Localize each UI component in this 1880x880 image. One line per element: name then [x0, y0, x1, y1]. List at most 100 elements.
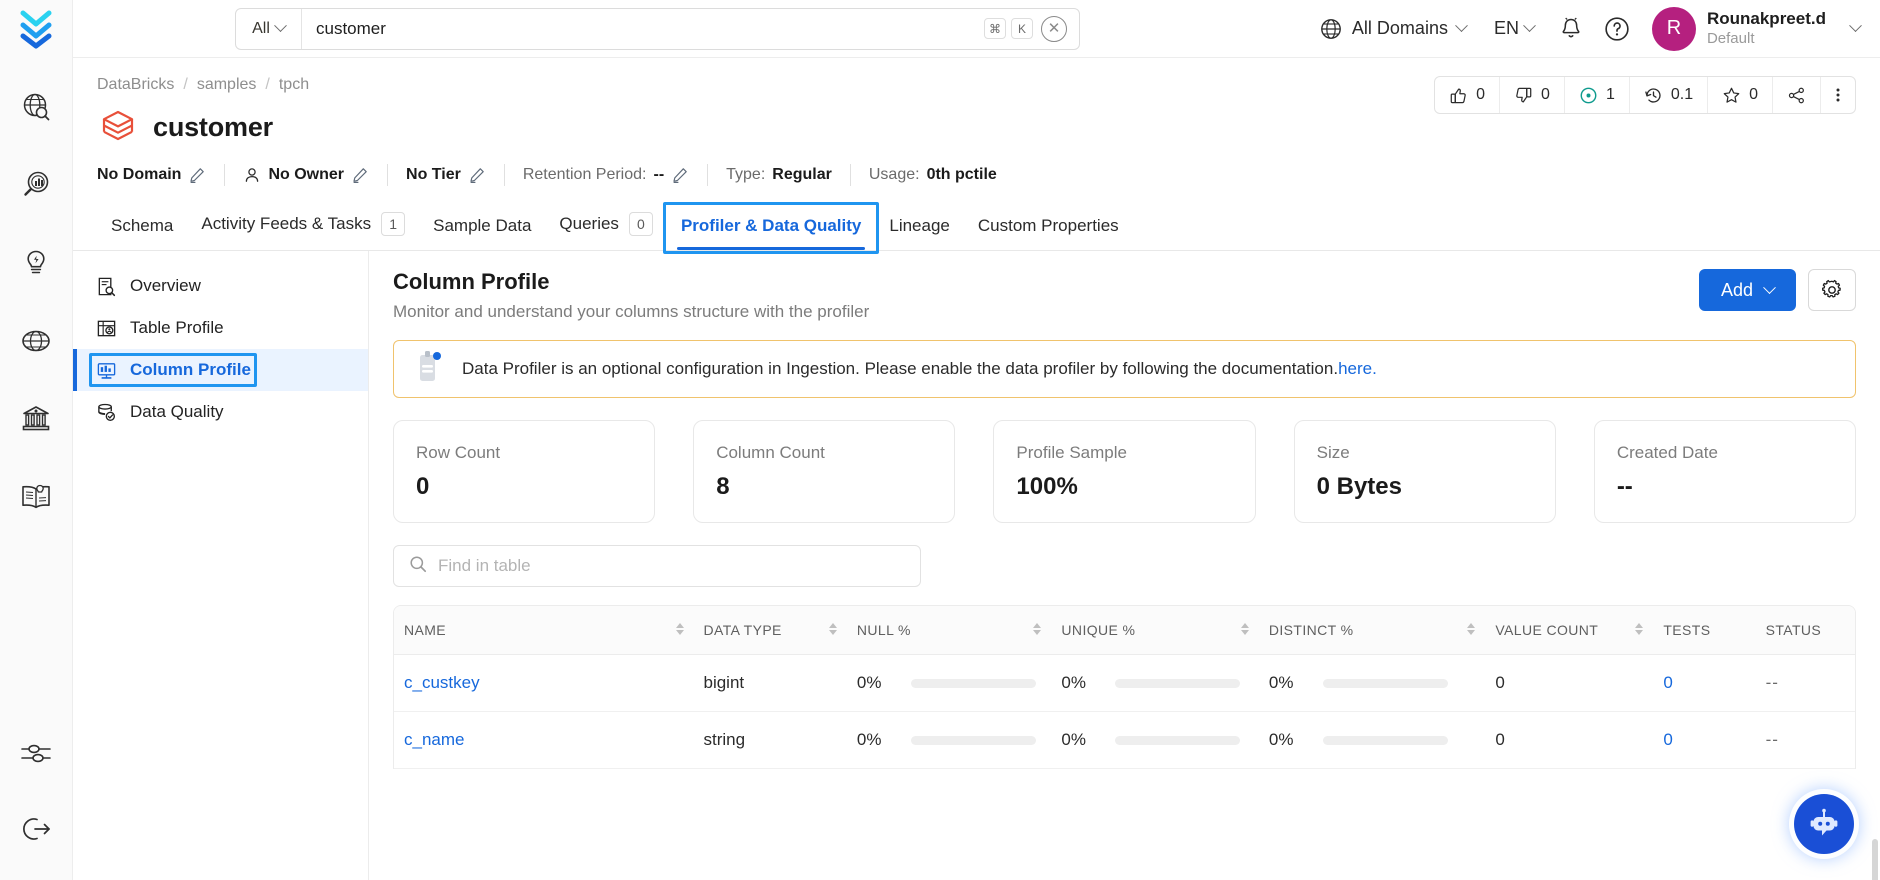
history-button[interactable]: 0.1: [1630, 77, 1708, 113]
meta-type-label: Type:: [726, 166, 765, 184]
share-button[interactable]: [1773, 77, 1821, 113]
unique-pct-bar: [1115, 679, 1240, 688]
clear-search-button[interactable]: ✕: [1041, 16, 1067, 42]
alert-doc-link[interactable]: here.: [1338, 359, 1377, 378]
sort-null-pct-button[interactable]: [1033, 622, 1041, 635]
version-button[interactable]: 1: [1565, 77, 1630, 113]
tests-count-link[interactable]: 0: [1663, 730, 1672, 749]
column-name-link[interactable]: c_custkey: [404, 673, 480, 692]
logout-icon: [19, 815, 53, 843]
edit-retention-icon[interactable]: [671, 166, 689, 184]
breadcrumb-item-2[interactable]: tpch: [279, 76, 309, 94]
column-header-label: TESTS: [1663, 622, 1710, 638]
find-in-table-input[interactable]: [438, 546, 906, 586]
notifications-button[interactable]: [1548, 6, 1594, 52]
cell-unique-pct: 0%: [1051, 712, 1258, 769]
cell-tests: 0: [1653, 655, 1755, 712]
column-header-null-pct: NULL %: [847, 606, 1052, 655]
vertical-scrollbar-thumb[interactable]: [1872, 839, 1878, 880]
sort-data-type-button[interactable]: [829, 622, 837, 635]
user-subtitle: Default: [1707, 30, 1826, 48]
sidebar-item-label: Overview: [130, 276, 201, 296]
tab-profiler-and-data-quality[interactable]: Profiler & Data Quality: [667, 206, 875, 250]
tab-sample-data[interactable]: Sample Data: [419, 206, 545, 250]
follow-button[interactable]: 0: [1708, 77, 1773, 113]
breadcrumb-item-1[interactable]: samples: [197, 76, 257, 94]
tab-activity-feeds-and-tasks[interactable]: Activity Feeds & Tasks 1: [187, 202, 419, 250]
help-circle-icon: [1603, 15, 1631, 43]
stat-card-created-date: Created Date --: [1594, 420, 1856, 523]
tab-custom-properties[interactable]: Custom Properties: [964, 206, 1133, 250]
sidebar-item-data-quality[interactable]: Data Quality: [73, 391, 368, 433]
sidebar-item-insights[interactable]: [11, 238, 61, 288]
sidebar-item-observability[interactable]: [11, 160, 61, 210]
column-header-label: VALUE COUNT: [1495, 622, 1598, 638]
meta-domain: No Domain: [97, 166, 206, 184]
sidebar-item-table-profile[interactable]: Table Profile: [73, 307, 368, 349]
sidebar-item-column-profile[interactable]: Column Profile: [73, 349, 368, 391]
edit-tier-icon[interactable]: [468, 166, 486, 184]
content-column: DataBricks / samples / tpch: [73, 58, 1880, 880]
column-name-link[interactable]: c_name: [404, 730, 464, 749]
sidebar-item-glossary[interactable]: [11, 472, 61, 522]
column-profile-icon-glyph: [96, 360, 117, 381]
sidebar-item-settings[interactable]: [11, 728, 61, 778]
column-header-label: STATUS: [1766, 622, 1822, 638]
search-scope-dropdown[interactable]: All: [236, 9, 302, 49]
cell-tests: 0: [1653, 712, 1755, 769]
table-profile-icon-glyph: [96, 318, 117, 339]
sidebar-item-overview[interactable]: Overview: [73, 265, 368, 307]
tab-label: Schema: [111, 216, 173, 236]
tab-lineage[interactable]: Lineage: [875, 206, 964, 250]
table-row[interactable]: c_custkey bigint 0%: [394, 655, 1855, 712]
column-header-label: UNIQUE %: [1061, 622, 1135, 638]
more-options-button[interactable]: [1821, 77, 1855, 113]
distinct-pct-bar: [1323, 736, 1448, 745]
sidebar-item-label: Data Quality: [130, 402, 224, 422]
panel-title: Column Profile: [393, 269, 869, 295]
breadcrumb-item-0[interactable]: DataBricks: [97, 76, 174, 94]
sidebar-item-domains[interactable]: [11, 316, 61, 366]
glossary-icon: [18, 480, 54, 514]
table-row[interactable]: c_name string 0%: [394, 712, 1855, 769]
app-logo[interactable]: [0, 0, 73, 58]
tab-label: Lineage: [889, 216, 950, 236]
help-button[interactable]: [1594, 6, 1640, 52]
cell-status: --: [1756, 655, 1855, 712]
meta-usage-label: Usage:: [869, 166, 920, 184]
sort-distinct-pct-button[interactable]: [1467, 622, 1475, 635]
breadcrumb-separator: /: [183, 76, 187, 94]
meta-tier: No Tier: [406, 166, 486, 184]
user-profile-menu[interactable]: R Rounakpreet.d Default: [1640, 7, 1864, 51]
sidebar-item-logout[interactable]: [11, 804, 61, 854]
column-profile-panel: Column Profile Monitor and understand yo…: [369, 251, 1880, 880]
tab-queries[interactable]: Queries 0: [545, 202, 667, 250]
thumbs-down-button[interactable]: 0: [1500, 77, 1565, 113]
star-icon: [1722, 86, 1741, 105]
sidebar-item-govern[interactable]: [11, 394, 61, 444]
search-input[interactable]: [302, 9, 984, 49]
left-icon-rail: [0, 58, 73, 880]
thumbs-up-button[interactable]: 0: [1435, 77, 1500, 113]
openmetadata-logo-icon: [19, 9, 53, 49]
sort-value-count-button[interactable]: [1635, 622, 1643, 635]
domain-selector[interactable]: All Domains: [1305, 17, 1480, 41]
page-title: customer: [153, 112, 273, 143]
tab-schema[interactable]: Schema: [97, 206, 187, 250]
panel-heading-text: Column Profile Monitor and understand yo…: [393, 269, 869, 322]
observability-icon: [19, 168, 53, 202]
pencil-icon: [468, 166, 486, 184]
sort-unique-pct-button[interactable]: [1241, 622, 1249, 635]
chat-bot-button[interactable]: [1794, 794, 1854, 854]
user-display-name: Rounakpreet.d: [1707, 9, 1826, 29]
edit-owner-icon[interactable]: [351, 166, 369, 184]
add-button[interactable]: Add: [1699, 269, 1796, 311]
tests-count-link[interactable]: 0: [1663, 673, 1672, 692]
sort-name-button[interactable]: [676, 622, 684, 635]
profiler-settings-button[interactable]: [1808, 269, 1856, 311]
sidebar-item-explore[interactable]: [11, 82, 61, 132]
language-selector[interactable]: EN: [1480, 18, 1548, 39]
stat-value: 100%: [1016, 473, 1232, 501]
edit-domain-icon[interactable]: [188, 166, 206, 184]
domain-selector-label: All Domains: [1352, 18, 1448, 39]
